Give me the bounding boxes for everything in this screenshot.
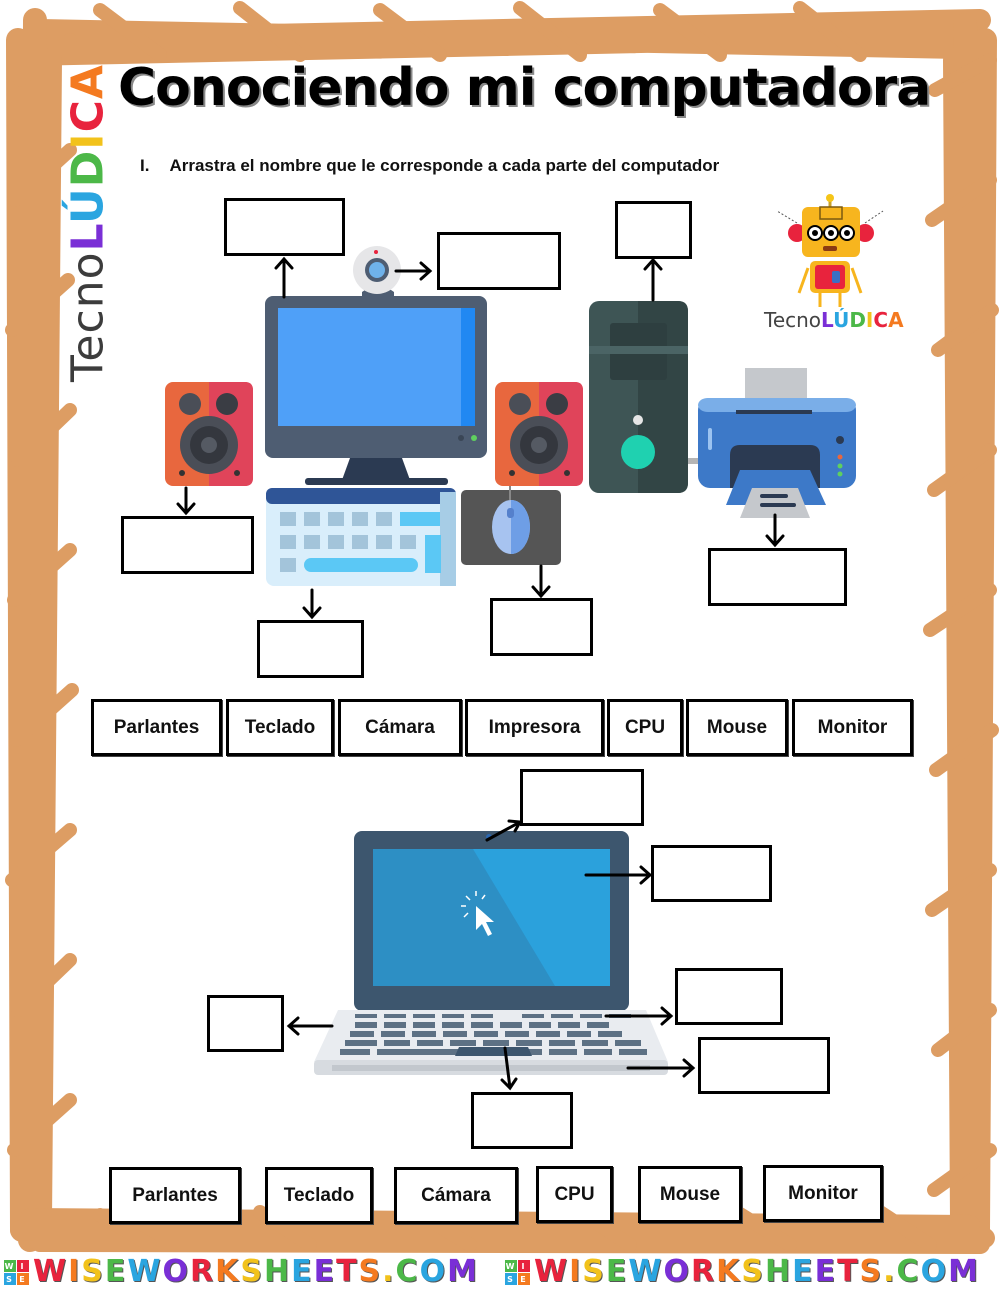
logo-letter: L [62, 224, 114, 252]
watermark-2: W I S E WISEWORKSHEETS.COM [505, 1254, 980, 1289]
robot-logo-ludica: LÚDICA [821, 308, 904, 332]
logo-letter: Ú [62, 187, 114, 225]
watermark-letter: R [189, 1254, 216, 1289]
watermark-letter: O [419, 1254, 448, 1289]
drop-target-keyboard[interactable] [257, 620, 364, 678]
watermark-letter: E [104, 1254, 128, 1289]
watermark-text: WISEWORKSHEETS.COM [534, 1254, 980, 1289]
drop-target-laptop-left[interactable] [207, 995, 284, 1052]
side-logo-ludica: LÚDICA [63, 64, 114, 251]
watermark-letter: S [358, 1254, 383, 1289]
logo-letter: D [849, 308, 866, 332]
side-logo: TecnoLÚDICA [58, 58, 118, 388]
draggable-label-camara-2[interactable]: Cámara [394, 1167, 518, 1224]
watermark-letter: E [313, 1254, 337, 1289]
drop-target-laptop-body[interactable] [698, 1037, 830, 1094]
watermark-letter: I [68, 1254, 82, 1289]
watermark-letter: K [215, 1254, 241, 1289]
drop-target-monitor[interactable] [224, 198, 345, 256]
watermark-1: W I S E WISEWORKSHEETS.COM [4, 1254, 479, 1289]
logo-letter: D [62, 149, 114, 188]
side-logo-tecno: Tecno [62, 251, 114, 382]
watermark-letter: W [534, 1254, 570, 1289]
draggable-label-teclado-2[interactable]: Teclado [265, 1167, 373, 1224]
instruction-text: Arrastra el nombre que le corresponde a … [169, 156, 720, 175]
watermark-badge-icon: WISE [4, 1260, 29, 1285]
drop-target-laptop-screen[interactable] [651, 845, 772, 902]
drop-target-laptop-touchpad[interactable] [471, 1092, 573, 1149]
draggable-label-parlantes-2[interactable]: Parlantes [109, 1167, 241, 1224]
draggable-label-mouse[interactable]: Mouse [686, 699, 788, 756]
logo-letter: A [62, 64, 114, 100]
watermark-letter: S [582, 1254, 606, 1289]
draggable-label-camara[interactable]: Cámara [338, 699, 462, 756]
drop-target-cpu[interactable] [615, 201, 692, 259]
logo-letter: Ú [833, 308, 850, 332]
watermark-letter: C [896, 1254, 921, 1289]
robot-logo-text: TecnoLÚDICA [764, 308, 904, 332]
logo-letter: C [62, 99, 114, 133]
robot-logo-tecno: Tecno [764, 308, 822, 332]
drop-target-camera[interactable] [437, 232, 561, 290]
instruction-number: I. [140, 156, 150, 175]
logo-letter: A [888, 308, 904, 332]
watermark-letter: W [33, 1254, 69, 1289]
drop-target-printer[interactable] [708, 548, 847, 606]
watermark-letter: O [920, 1254, 949, 1289]
watermark-letter: S [240, 1254, 264, 1289]
draggable-label-parlantes[interactable]: Parlantes [91, 699, 222, 756]
watermark-letter: O [162, 1254, 190, 1289]
watermark-letter: E [814, 1254, 838, 1289]
draggable-label-impresora[interactable]: Impresora [465, 699, 604, 756]
draggable-label-monitor[interactable]: Monitor [792, 699, 913, 756]
draggable-label-cpu[interactable]: CPU [607, 699, 683, 756]
watermark-letter: E [291, 1254, 314, 1289]
watermark-text: WISEWORKSHEETS.COM [33, 1254, 479, 1289]
watermark-badge-icon: WISE [505, 1260, 530, 1285]
watermark-letter: H [263, 1254, 292, 1289]
watermark-letter: M [447, 1254, 479, 1289]
logo-letter: I [62, 132, 114, 150]
watermark-letter: S [741, 1254, 765, 1289]
watermark-letter: W [628, 1254, 664, 1289]
watermark-letter: C [395, 1254, 420, 1289]
watermark-letter: K [716, 1254, 742, 1289]
watermark-letter: H [764, 1254, 793, 1289]
watermark-letter: R [690, 1254, 717, 1289]
instruction: I. Arrastra el nombre que le corresponde … [140, 156, 719, 176]
logo-letter: C [873, 308, 889, 332]
watermark-letter: S [859, 1254, 884, 1289]
watermark-letter: M [948, 1254, 980, 1289]
watermark-letter: I [569, 1254, 583, 1289]
watermark-letter: T [837, 1254, 860, 1289]
robot-mascot-icon [776, 194, 884, 307]
drop-target-speaker[interactable] [121, 516, 254, 574]
draggable-label-mouse-2[interactable]: Mouse [638, 1166, 742, 1223]
watermark-letter: E [605, 1254, 629, 1289]
watermark-letter: . [883, 1254, 897, 1289]
drop-target-laptop-camera[interactable] [520, 769, 644, 826]
draggable-label-cpu-2[interactable]: CPU [536, 1166, 613, 1223]
drop-target-mouse[interactable] [490, 598, 593, 656]
watermark-letter: E [792, 1254, 815, 1289]
watermark-letter: . [382, 1254, 396, 1289]
watermark-letter: W [127, 1254, 163, 1289]
draggable-label-teclado[interactable]: Teclado [226, 699, 334, 756]
page-title: Conociendo mi computadora [118, 58, 931, 118]
watermark-letter: O [663, 1254, 691, 1289]
watermark-letter: S [81, 1254, 105, 1289]
logo-letter: L [821, 308, 834, 332]
draggable-label-monitor-2[interactable]: Monitor [763, 1165, 883, 1222]
watermark-letter: T [336, 1254, 359, 1289]
drop-target-laptop-keyboard[interactable] [675, 968, 783, 1025]
